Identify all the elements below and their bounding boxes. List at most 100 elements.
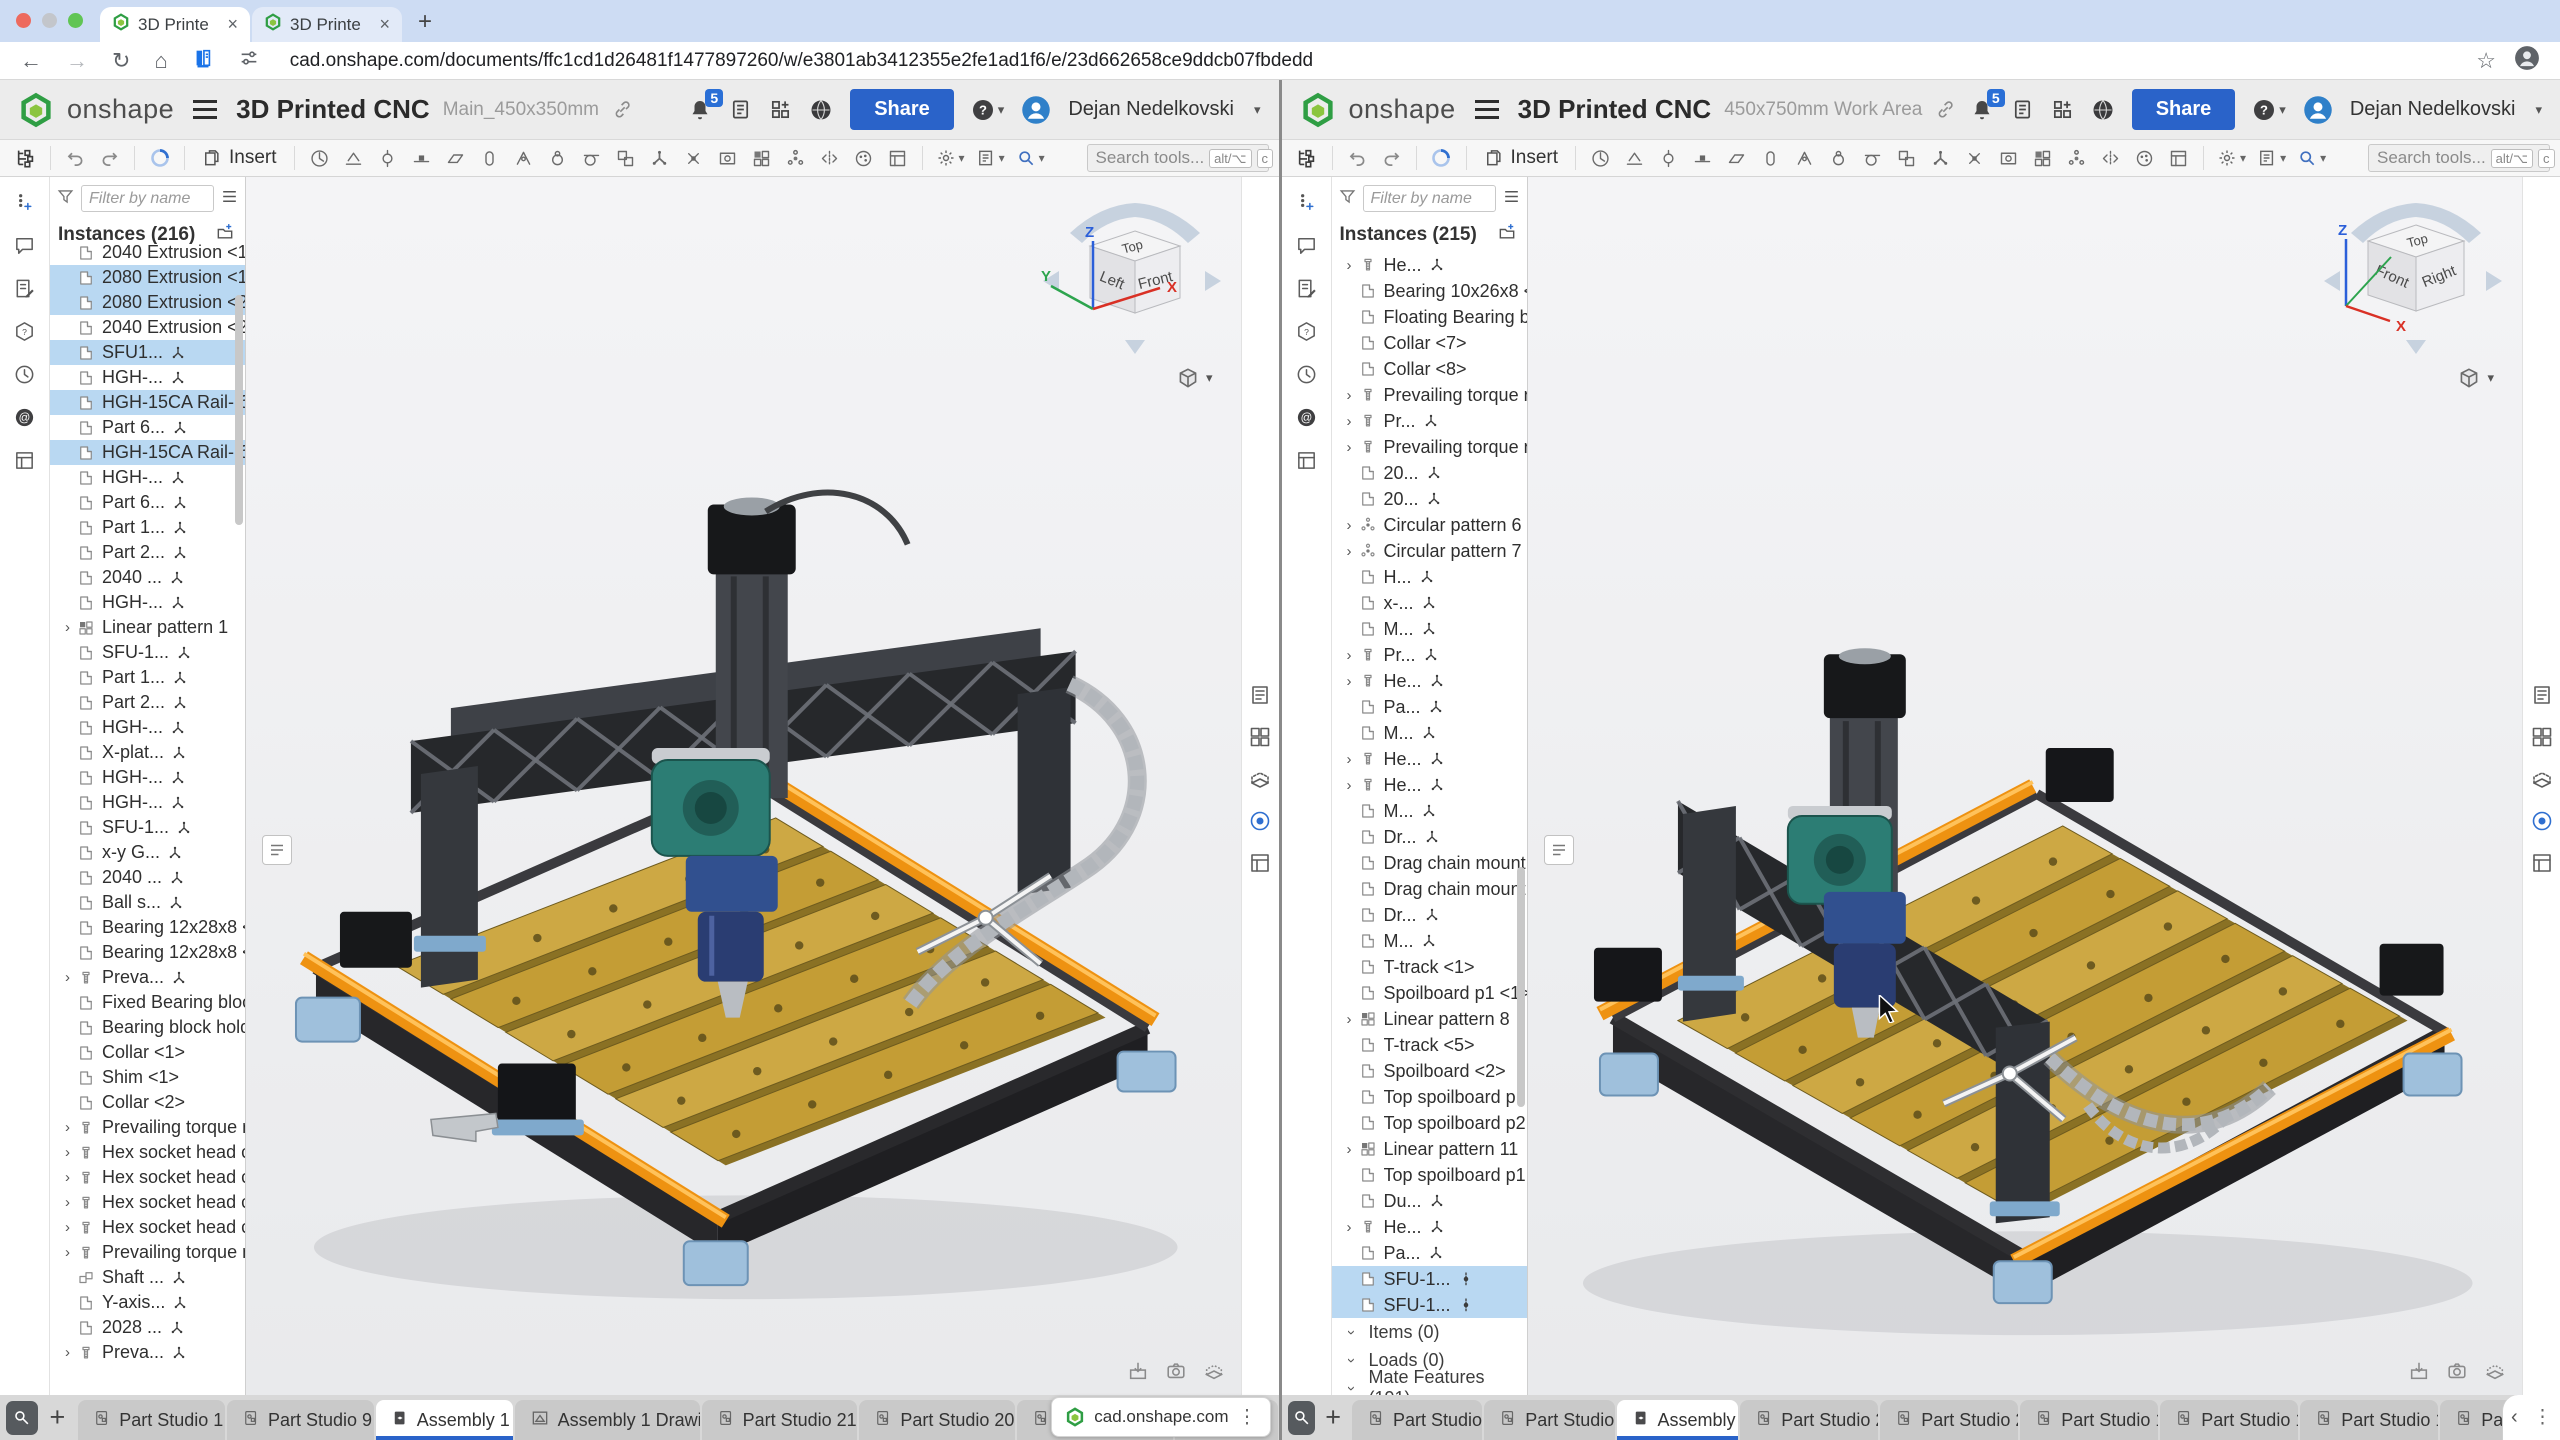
close-window-icon[interactable] [16, 13, 31, 28]
pinslot-tool-icon[interactable] [1789, 144, 1820, 173]
export-view-icon[interactable] [2408, 1360, 2430, 1387]
instance-row[interactable]: ›SFU-1... [50, 815, 245, 840]
ballM-tool-icon[interactable] [542, 144, 573, 173]
main-menu-icon[interactable] [193, 108, 217, 111]
assembly-settings-dropdown[interactable]: ▾ [2213, 144, 2250, 173]
instance-row[interactable]: ›Hex socket head ca... [50, 1165, 245, 1190]
instance-row[interactable]: ›He... [1332, 772, 1527, 798]
instance-row[interactable]: ›2040 Extrusion <2> [50, 315, 245, 340]
instance-row[interactable]: ›Drag chain mount - ... [1332, 876, 1527, 902]
linpat-tool-icon[interactable] [746, 144, 777, 173]
measure-panel-icon[interactable]: ? [1295, 320, 1318, 348]
views-tool-icon[interactable] [712, 144, 743, 173]
document-tab[interactable]: Assembly 1 Drawing 1 [515, 1400, 700, 1440]
instance-row[interactable]: ›x-... [1332, 590, 1527, 616]
instance-row[interactable]: ›Collar <8> [1332, 356, 1527, 382]
instance-row[interactable]: ›Collar <2> [50, 1090, 245, 1115]
app-store-button[interactable] [769, 98, 792, 121]
document-tab[interactable]: Part Studio 20 [1880, 1400, 2018, 1440]
cluster-panel-icon[interactable] [2530, 725, 2554, 754]
gridcube-panel-icon[interactable] [1248, 767, 1272, 796]
connector-tool-icon[interactable] [644, 144, 675, 173]
expand-chevron-icon[interactable]: › [58, 619, 77, 636]
instance-row[interactable]: ›Y-axis... [50, 1290, 245, 1315]
instance-row[interactable]: ›SFU-1... [50, 640, 245, 665]
browser-profile-avatar[interactable] [2514, 45, 2540, 76]
planar-tool-icon[interactable] [440, 144, 471, 173]
community-globe-icon[interactable] [809, 98, 833, 122]
expand-chevron-icon[interactable]: › [1340, 1141, 1359, 1158]
browser-tab[interactable]: 3D Printe × [252, 7, 402, 42]
expand-chevron-icon[interactable]: › [58, 1244, 77, 1261]
circpat-tool-icon[interactable] [2061, 144, 2092, 173]
instance-row[interactable]: ›Pa... [1332, 694, 1527, 720]
ballM-tool-icon[interactable] [1823, 144, 1854, 173]
expand-chevron-icon[interactable]: › [1340, 517, 1359, 534]
filter-input[interactable] [1363, 185, 1496, 212]
instance-row[interactable]: ›Top spoilboard p2 <... [1332, 1110, 1527, 1136]
list-options-icon[interactable] [220, 187, 239, 211]
redo-button[interactable] [94, 144, 125, 173]
document-tab[interactable]: Part Studio 20 [859, 1400, 1015, 1440]
bom-panel-icon[interactable] [13, 449, 36, 477]
instance-row[interactable]: ›Prevailing torque n... [50, 1240, 245, 1265]
sheet-panel-icon[interactable] [2530, 683, 2554, 712]
spotlight-dropdown[interactable]: ▾ [2293, 144, 2330, 173]
reading-list-icon[interactable] [192, 47, 214, 74]
snapshot-icon[interactable] [1165, 1360, 1187, 1387]
appearance-panel-icon[interactable] [2530, 809, 2554, 838]
view-mode-button[interactable]: ▾ [1175, 365, 1213, 391]
forward-icon[interactable]: → [66, 48, 88, 74]
instance-row[interactable]: ›HGH-15CA Rail- 60... [50, 440, 245, 465]
macos-window-controls[interactable] [16, 13, 83, 28]
cylindrical-tool-icon[interactable] [1755, 144, 1786, 173]
instance-row[interactable]: ›Collar <1> [50, 1040, 245, 1065]
instance-row[interactable]: ›Part 1... [50, 515, 245, 540]
instance-row[interactable]: ›T-track <1> [1332, 954, 1527, 980]
instance-row[interactable]: ›T-track <5> [1332, 1032, 1527, 1058]
expand-chevron-icon[interactable]: › [58, 1219, 77, 1236]
document-tab[interactable]: Part Studio 1 [1352, 1400, 1482, 1440]
instance-row[interactable]: ›2040 ... [50, 865, 245, 890]
instance-row[interactable]: ›Spoilboard p1 <1> [1332, 980, 1527, 1006]
bomtool-tool-icon[interactable] [2163, 144, 2194, 173]
group-tool-icon[interactable] [610, 144, 641, 173]
expand-chevron-icon[interactable]: › [58, 1194, 77, 1211]
gridcube-panel-icon[interactable] [2530, 767, 2554, 796]
instance-row[interactable]: ›Hex socket head ca... [50, 1190, 245, 1215]
history-panel-icon[interactable] [1295, 363, 1318, 391]
display-settings-dropdown[interactable]: ▾ [2253, 144, 2290, 173]
panel-scrollbar[interactable] [235, 295, 243, 525]
expand-chevron-icon[interactable]: › [1340, 777, 1359, 794]
instance-row[interactable]: ›Circular pattern 7 [1332, 538, 1527, 564]
instance-row[interactable]: ›Linear pattern 11 [1332, 1136, 1527, 1162]
copy-link-icon[interactable] [612, 99, 633, 120]
view-mode-button[interactable]: ▾ [2456, 365, 2494, 391]
document-tab[interactable]: Part Studio 18 [2160, 1400, 2298, 1440]
explode-tool-icon[interactable] [1959, 144, 1990, 173]
circpat-tool-icon[interactable] [780, 144, 811, 173]
display-settings-dropdown[interactable]: ▾ [972, 144, 1009, 173]
instance-row[interactable]: ›SFU1... [50, 340, 245, 365]
instance-row[interactable]: ›He... [1332, 668, 1527, 694]
panel-section-row[interactable]: ›Mate Features (191) [1332, 1374, 1527, 1395]
views-tool-icon[interactable] [1993, 144, 2024, 173]
main-menu-icon[interactable] [1475, 108, 1499, 111]
undo-button[interactable] [60, 144, 91, 173]
instance-row[interactable]: ›HGH-... [50, 715, 245, 740]
bom-panel-icon[interactable] [2530, 851, 2554, 880]
instance-row[interactable]: ›Drag chain mount - ... [1332, 850, 1527, 876]
search-tools-input[interactable]: Search tools... alt/⌥c [2368, 144, 2550, 172]
expand-chevron-icon[interactable]: › [58, 1169, 77, 1186]
user-avatar[interactable] [1021, 95, 1051, 125]
expand-chevron-icon[interactable]: › [58, 1119, 77, 1136]
undo-button[interactable] [1342, 144, 1373, 173]
follow-panel-icon[interactable]: @ [13, 406, 36, 434]
perspective-grid-icon[interactable] [1203, 1360, 1225, 1387]
instance-row[interactable]: ›Bearing 10x26x8 <4> [1332, 278, 1527, 304]
fastened-tool-icon[interactable] [1619, 144, 1650, 173]
instance-row[interactable]: ›Fixed Bearing block... [50, 990, 245, 1015]
comment-panel-icon[interactable] [1295, 234, 1318, 262]
connector-tool-icon[interactable] [1925, 144, 1956, 173]
reload-icon[interactable]: ↻ [112, 48, 130, 74]
